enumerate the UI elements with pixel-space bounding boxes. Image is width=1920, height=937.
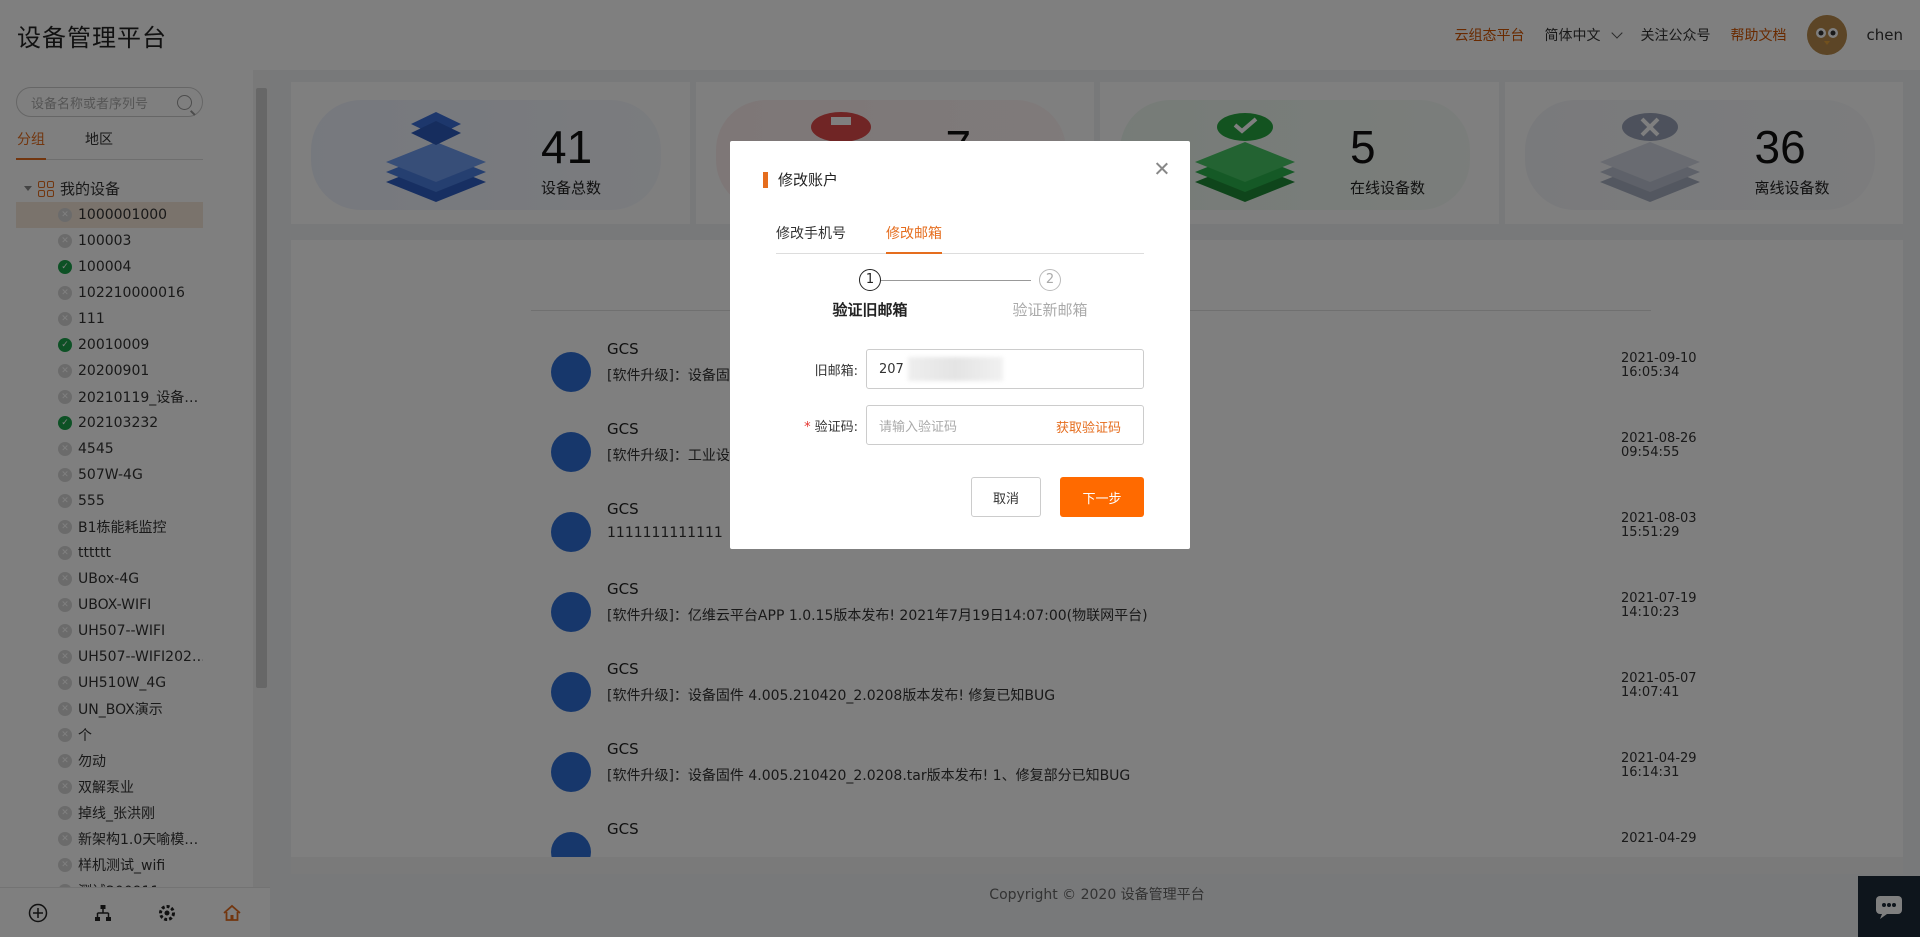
title-accent-bar xyxy=(763,171,768,188)
next-step-button[interactable]: 下一步 xyxy=(1060,477,1144,517)
old-email-label: 旧邮箱: xyxy=(814,363,858,379)
step-label: 验证旧邮箱 xyxy=(832,301,908,319)
verification-code-input[interactable]: 请输入验证码 获取验证码 xyxy=(866,405,1144,445)
old-email-field[interactable]: 207 xyxy=(866,349,1144,389)
tab-change-email[interactable]: 修改邮箱 xyxy=(886,224,942,254)
dialog-title: 修改账户 xyxy=(763,169,838,190)
cancel-button[interactable]: 取消 xyxy=(971,477,1041,517)
code-label-wrap: * 验证码: xyxy=(804,419,858,435)
tab-change-phone[interactable]: 修改手机号 xyxy=(776,224,846,254)
edit-account-dialog: 修改账户 修改手机号 修改邮箱 1 验证旧邮箱 2 验证新邮箱 旧邮箱: 207… xyxy=(730,141,1190,549)
code-label: 验证码: xyxy=(814,419,858,435)
old-email-row: 旧邮箱: 207 xyxy=(776,349,1144,389)
step-number: 1 xyxy=(859,269,881,291)
dialog-tabs: 修改手机号 修改邮箱 xyxy=(776,224,1144,254)
dialog-title-text: 修改账户 xyxy=(778,171,839,189)
get-code-button[interactable]: 获取验证码 xyxy=(1056,417,1121,436)
step-label: 验证新邮箱 xyxy=(1012,301,1088,319)
old-email-value: 207 xyxy=(879,361,904,377)
code-placeholder: 请输入验证码 xyxy=(879,419,958,435)
redacted-blur xyxy=(907,357,1003,381)
step-verify-new: 2 验证新邮箱 xyxy=(990,269,1110,320)
stepper: 1 验证旧邮箱 2 验证新邮箱 xyxy=(776,269,1144,329)
code-row: * 验证码: 请输入验证码 获取验证码 xyxy=(776,405,1144,445)
step-verify-old: 1 验证旧邮箱 xyxy=(810,269,930,320)
close-icon[interactable] xyxy=(1154,161,1170,177)
step-number: 2 xyxy=(1039,269,1061,291)
